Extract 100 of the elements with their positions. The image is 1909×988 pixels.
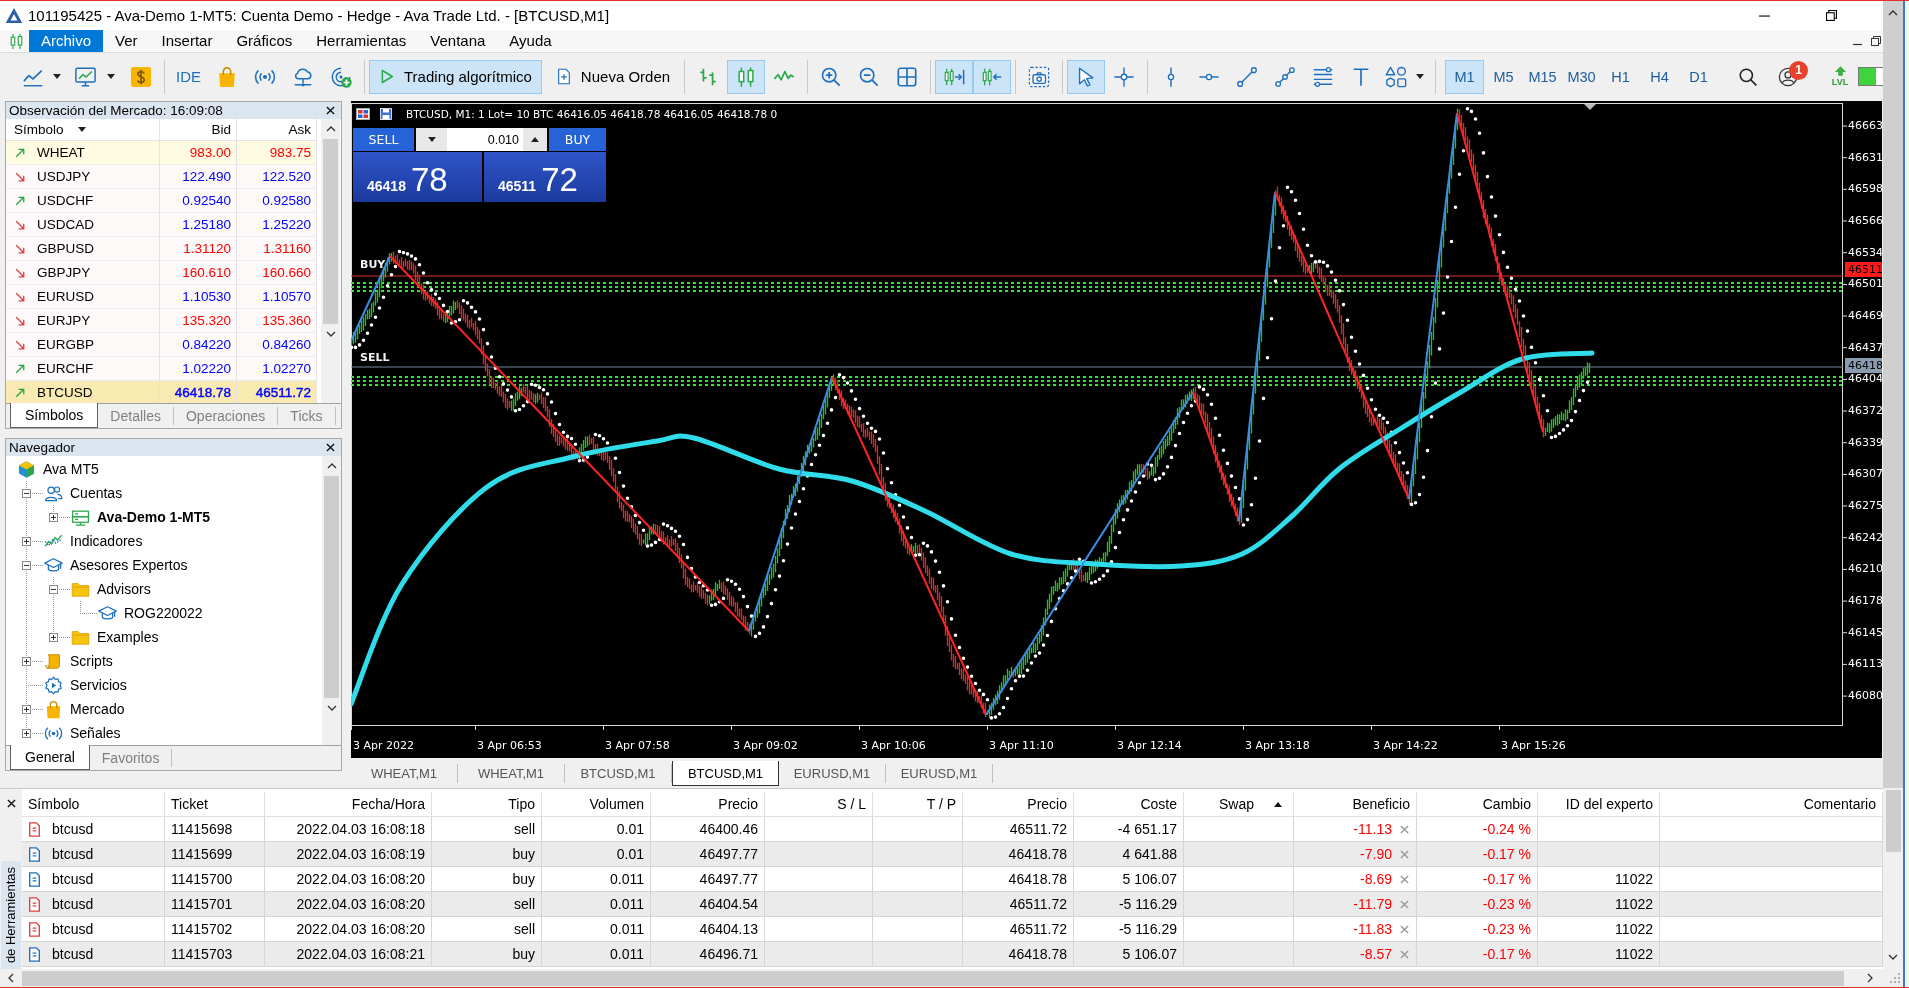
tree-item[interactable]: ROG220022: [124, 605, 203, 621]
column-header[interactable]: Volumen: [542, 792, 651, 816]
symbol-row[interactable]: WHEAT 983.00 983.75: [6, 141, 317, 165]
tree-item[interactable]: Asesores Expertos: [70, 557, 188, 573]
save-icon[interactable]: [379, 108, 393, 120]
scrollbar[interactable]: [321, 119, 340, 403]
side-tab[interactable]: de Herramientas: [1, 860, 21, 969]
expand-icon[interactable]: [22, 704, 31, 714]
tree-item[interactable]: Examples: [97, 629, 159, 645]
tree-item[interactable]: Mercado: [70, 701, 125, 717]
volume-field[interactable]: 0.010: [447, 128, 523, 151]
chevron-left-icon[interactable]: [8, 973, 14, 983]
volume-up-button[interactable]: [523, 128, 547, 151]
panel-tab[interactable]: Detalles: [98, 407, 174, 425]
chevron-up-icon[interactable]: [1888, 10, 1898, 16]
tree-item[interactable]: Advisors: [97, 581, 151, 597]
column-header[interactable]: Símbolo: [22, 792, 165, 816]
symbol-row[interactable]: EURJPY 135.320 135.360: [6, 309, 317, 333]
table-row[interactable]: btcusd 11415703 2022.04.03 16:08:21 buy 0.011 46496.71 46418.78 5 106.07 -8.57 -0.17 % 11022: [22, 942, 1883, 967]
timeframe-button[interactable]: M1: [1445, 59, 1485, 94]
buy-button[interactable]: BUY: [549, 128, 606, 151]
close-icon[interactable]: [1400, 849, 1409, 859]
restore-icon[interactable]: [1871, 36, 1881, 46]
menu-item[interactable]: Gráficos: [224, 30, 305, 52]
column-header[interactable]: Precio: [963, 792, 1074, 816]
table-row[interactable]: btcusd 11415698 2022.04.03 16:08:18 sell 0.01 46400.46 46511.72 -4 651.17 -11.13 -0.24 %: [22, 817, 1883, 842]
chart-tab[interactable]: BTCUSD,M1: [672, 761, 779, 786]
scrollbar[interactable]: [322, 456, 341, 745]
tree-item[interactable]: Servicios: [70, 677, 127, 693]
toolbar-button[interactable]: Trading algorítmico: [369, 59, 542, 94]
toolbar-button[interactable]: Nueva Orden: [545, 59, 681, 94]
expand-icon[interactable]: [22, 656, 31, 666]
tree-item[interactable]: Cuentas: [70, 485, 123, 501]
table-row[interactable]: btcusd 11415700 2022.04.03 16:08:20 buy 0.011 46497.77 46418.78 5 106.07 -8.69 -0.17 % 11022: [22, 867, 1883, 892]
tree-item[interactable]: Indicadores: [70, 533, 143, 549]
menu-item[interactable]: Ver: [103, 30, 150, 52]
symbol-row[interactable]: EURUSD 1.10530 1.10570: [6, 285, 317, 309]
panel-tab[interactable]: General: [10, 745, 90, 770]
symbol-row[interactable]: BTCUSD 46418.78 46511.72: [6, 381, 317, 405]
close-icon[interactable]: [1400, 924, 1409, 934]
column-header[interactable]: Cambio: [1417, 792, 1538, 816]
toolbar-button[interactable]: [973, 59, 1012, 94]
column-header[interactable]: T / P: [873, 792, 963, 816]
column-header[interactable]: Símbolo: [14, 122, 64, 137]
scrollbar[interactable]: [1883, 788, 1903, 968]
scrollbar-thumb[interactable]: [324, 476, 339, 698]
symbol-row[interactable]: USDCAD 1.25180 1.25220: [6, 213, 317, 237]
column-header[interactable]: Bid: [160, 119, 237, 140]
chevron-right-icon[interactable]: [1867, 973, 1873, 983]
buy-price-button[interactable]: 46511 72: [484, 152, 606, 202]
volume-dropdown-button[interactable]: [416, 128, 447, 151]
toolbar-button[interactable]: [935, 59, 974, 94]
column-header[interactable]: Swap: [1219, 796, 1255, 812]
sell-price-button[interactable]: 46418 78: [353, 152, 482, 202]
symbol-row[interactable]: EURCHF 1.02220 1.02270: [6, 357, 317, 381]
column-header[interactable]: ID del experto: [1538, 792, 1660, 816]
chevron-down-icon[interactable]: [325, 331, 336, 337]
tree-item[interactable]: Ava MT5: [43, 461, 99, 477]
column-header[interactable]: Fecha/Hora: [265, 792, 432, 816]
timeframe-button[interactable]: M15: [1523, 59, 1563, 94]
close-icon[interactable]: [1400, 949, 1409, 959]
column-header[interactable]: Coste: [1074, 792, 1184, 816]
panel-tab[interactable]: Favoritos: [89, 749, 173, 767]
table-row[interactable]: btcusd 11415702 2022.04.03 16:08:20 sell 0.011 46404.13 46511.72 -5 116.29 -11.83 -0.23 % 11022: [22, 917, 1883, 942]
table-row[interactable]: btcusd 11415699 2022.04.03 16:08:19 buy 0.01 46497.77 46418.78 4 641.88 -7.90 -0.17 %: [22, 842, 1883, 867]
chart-tab[interactable]: EURUSD,M1: [886, 764, 993, 783]
close-icon[interactable]: [1400, 824, 1409, 834]
column-header[interactable]: S / L: [765, 792, 873, 816]
column-header[interactable]: Precio: [651, 792, 765, 816]
table-row[interactable]: btcusd 11415701 2022.04.03 16:08:20 sell 0.011 46404.54 46511.72 -5 116.29 -11.79 -0.23 % 11022: [22, 892, 1883, 917]
menu-item[interactable]: Ayuda: [497, 30, 564, 52]
symbol-row[interactable]: GBPUSD 1.31120 1.31160: [6, 237, 317, 261]
toolbar-button[interactable]: [727, 59, 766, 94]
symbol-row[interactable]: GBPJPY 160.610 160.660: [6, 261, 317, 285]
resize-grip-icon[interactable]: [1889, 972, 1901, 984]
sell-button[interactable]: SELL: [353, 128, 414, 151]
caret-down-icon[interactable]: [77, 127, 86, 132]
shift-marker-icon[interactable]: [1584, 104, 1596, 110]
panel-tab[interactable]: Operaciones: [173, 407, 279, 425]
expand-icon[interactable]: [49, 512, 58, 522]
tree-item[interactable]: Señales: [70, 725, 121, 741]
toolbar-button[interactable]: IDE: [169, 59, 208, 94]
menu-item[interactable]: Insertar: [149, 30, 225, 52]
symbol-row[interactable]: USDJPY 122.490 122.520: [6, 165, 317, 189]
symbol-row[interactable]: USDCHF 0.92540 0.92580: [6, 189, 317, 213]
chart-window-icon[interactable]: [356, 108, 370, 120]
menu-item[interactable]: Ventana: [418, 30, 498, 52]
expand-icon[interactable]: [22, 536, 31, 546]
column-header[interactable]: Beneficio: [1294, 792, 1417, 816]
collapse-icon[interactable]: [22, 488, 31, 498]
menu-item[interactable]: Archivo: [29, 30, 104, 52]
close-icon[interactable]: [1400, 874, 1409, 884]
expand-icon[interactable]: [49, 632, 58, 642]
symbol-row[interactable]: EURGBP 0.84220 0.84260: [6, 333, 317, 357]
tree-item[interactable]: Scripts: [70, 653, 113, 669]
tree-item[interactable]: Ava-Demo 1-MT5: [97, 509, 211, 525]
chevron-up-icon[interactable]: [325, 126, 336, 132]
timeframe-button[interactable]: H1: [1601, 59, 1641, 94]
chevron-down-icon[interactable]: [1888, 954, 1898, 960]
timeframe-button[interactable]: M30: [1562, 59, 1602, 94]
